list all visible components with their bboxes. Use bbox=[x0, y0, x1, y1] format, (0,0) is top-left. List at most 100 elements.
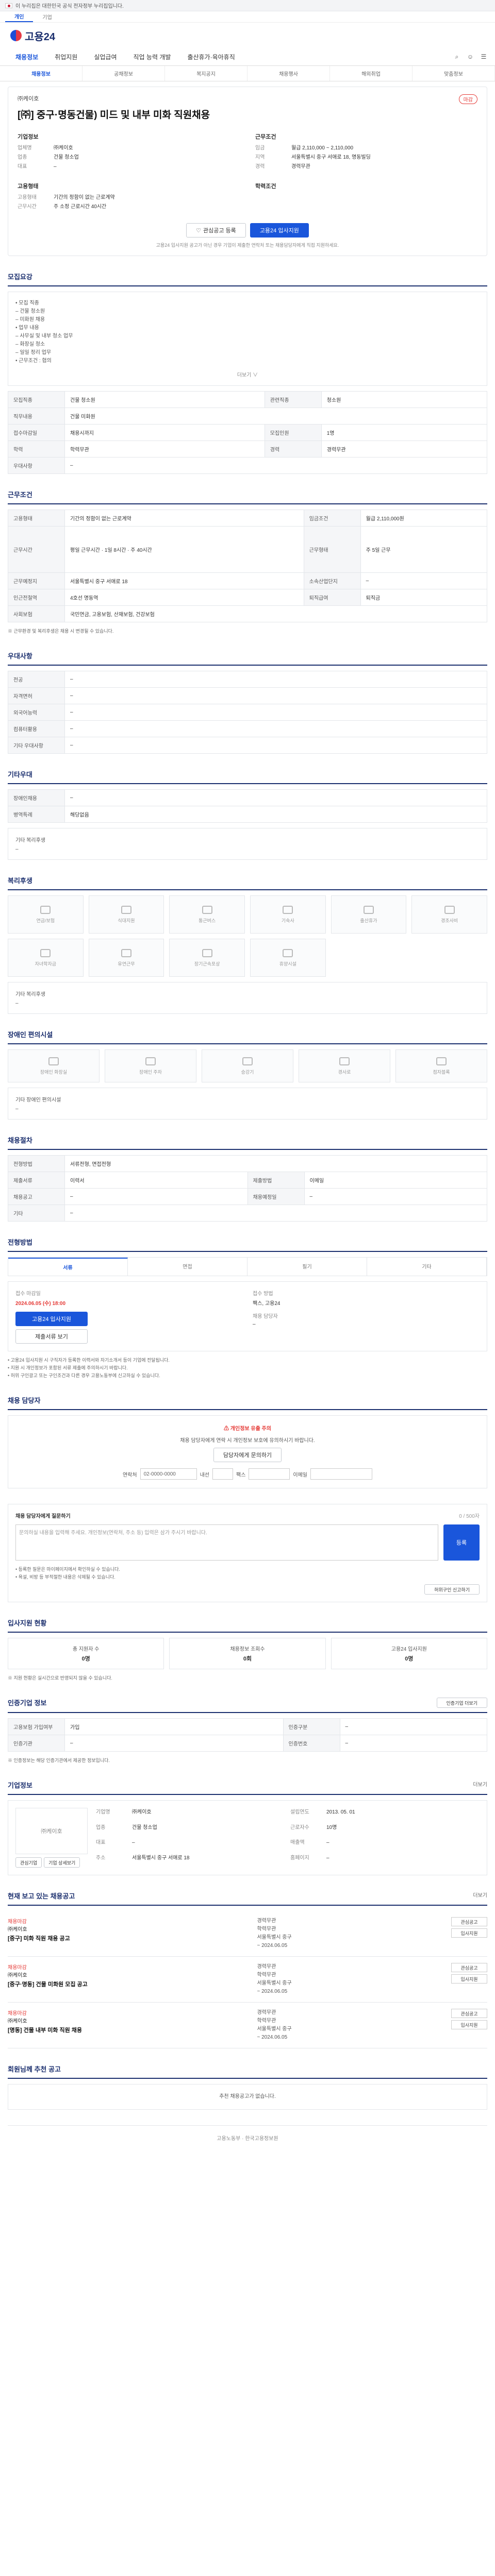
ext-label: 내선 bbox=[200, 1472, 209, 1478]
cell-key: 사회보험 bbox=[8, 605, 65, 622]
tab-interview[interactable]: 면접 bbox=[128, 1258, 248, 1276]
cell-key: 근무시간 bbox=[8, 526, 65, 573]
tile-label: 경사로 bbox=[338, 1069, 351, 1075]
scrap-button[interactable]: 관심공고 bbox=[451, 1917, 487, 1926]
job-tag: 채용마감 bbox=[8, 2011, 27, 2016]
cert-more-button[interactable]: 인증기업 더보기 bbox=[436, 1698, 487, 1708]
search-icon[interactable]: ⌕ bbox=[453, 53, 461, 61]
stats-section: 입사지원 현황 총 지원자 수 0명 채용정보 조회수 0회 고용24 입사지원 0명… bbox=[8, 1618, 487, 1682]
subnav-item[interactable]: 복지공지 bbox=[165, 66, 248, 81]
company-detail-button[interactable]: 기업 상세보기 bbox=[44, 1857, 80, 1868]
list-item[interactable]: 채용마감 ㈜케이호 [중구·명동] 건물 미화원 모집 공고 경력무관 학력무관… bbox=[8, 1957, 487, 2003]
list-item[interactable]: 채용마감 ㈜케이호 [명동] 건물 내부 미화 직원 채용 경력무관 학력무관 … bbox=[8, 2003, 487, 2048]
kv-key: 대표 bbox=[18, 164, 27, 170]
subnav-item[interactable]: 맞춤정보 bbox=[412, 66, 495, 81]
menu-icon[interactable]: ☰ bbox=[480, 53, 488, 61]
subnav-item[interactable]: 채용행사 bbox=[248, 66, 330, 81]
scrap-button[interactable]: ♡ 관심공고 등록 bbox=[186, 223, 246, 238]
cell-key: 병역특례 bbox=[8, 806, 65, 823]
similar-more-link[interactable]: 더보기 bbox=[473, 1891, 487, 1901]
nav-item-jobs[interactable]: 채용정보 bbox=[7, 53, 46, 61]
list-item: • 업무 내용 bbox=[15, 325, 39, 331]
table-row: 고용보험 가입여부 가입 인증구분 – bbox=[8, 1718, 488, 1735]
meal-icon bbox=[121, 905, 131, 914]
tile-label: 경조사비 bbox=[441, 918, 458, 923]
list-item: – 미화원 채용 bbox=[15, 317, 45, 323]
job-title-link[interactable]: [중구] 미화 직원 채용 공고 bbox=[8, 1934, 246, 1942]
job-meta: 경력무관 bbox=[257, 2010, 276, 2015]
section-title: 채용 담당자 bbox=[8, 1395, 487, 1410]
more-link[interactable]: 더보기 ∨ bbox=[15, 370, 480, 378]
dormitory-icon bbox=[283, 905, 293, 914]
section-title: 회원님께 추천 공고 bbox=[8, 2064, 487, 2079]
table-row: 직무내용 건물 미화원 bbox=[8, 408, 487, 425]
tile-label: 유연근무 bbox=[118, 961, 135, 967]
table-row: 접수마감일 채용시까지 모집인원 1명 bbox=[8, 424, 488, 441]
welfare-grid: 연금/보험 식대지원 통근버스 기숙사 출산휴가 경조사비 자녀학자금 유연근무… bbox=[8, 895, 487, 977]
nav-item-training[interactable]: 직업 능력 개발 bbox=[125, 53, 179, 61]
footer: 고용노동부 · 한국고용정보원 bbox=[8, 2125, 487, 2150]
cell-key: 고용보험 가입여부 bbox=[8, 1718, 65, 1735]
follow-company-button[interactable]: 관심기업 bbox=[15, 1857, 42, 1868]
job-tag: 채용마감 bbox=[8, 1919, 27, 1925]
process-section: 채용절차 전형방법 서류전형, 면접전형 제출서류 이력서 제출방법 이메일 채용공고 –… bbox=[8, 1135, 487, 1222]
tab-company[interactable]: 기업 bbox=[33, 12, 61, 22]
apply-button[interactable]: 입사지원 bbox=[451, 2020, 487, 2029]
welfare-tile: 장기근속포상 bbox=[169, 939, 245, 977]
list-item: – 일일 정리 업무 bbox=[15, 350, 52, 355]
apply-button[interactable]: 입사지원 bbox=[451, 1974, 487, 1984]
site-logo[interactable]: 고용24 bbox=[10, 28, 55, 43]
job-company: ㈜케이호 bbox=[8, 1927, 27, 1933]
method-label: 접수 방법 bbox=[253, 1291, 273, 1297]
question-textarea[interactable]: 문의하실 내용을 입력해 주세요. 개인정보(연락처, 주소 등) 입력은 삼가… bbox=[15, 1524, 438, 1561]
qa-notes: • 등록한 질문은 마이페이지에서 확인하실 수 있습니다. • 욕설, 비방 … bbox=[15, 1566, 480, 1581]
tab-personal[interactable]: 개인 bbox=[5, 11, 34, 22]
welfare-tile: 연금/보험 bbox=[8, 895, 84, 934]
cell-value: – bbox=[360, 572, 488, 589]
kv-key: 근로자수 bbox=[290, 1824, 309, 1831]
submit-question-button[interactable]: 등록 bbox=[443, 1524, 480, 1561]
company-info-heading: 기업정보 bbox=[18, 134, 39, 140]
recruit-overview-list: • 모집 직종 – 건물 청소원 – 미화원 채용 • 업무 내용 – 사무실 … bbox=[15, 299, 480, 365]
table-row: 고용형태 기간의 정함이 없는 근로계약 임금조건 월급 2,110,000원 bbox=[8, 510, 488, 527]
kv-key: 주소 bbox=[96, 1855, 106, 1861]
job-date: ~ 2024.06.05 bbox=[257, 2035, 288, 2040]
table-row: 학력 학력무관 경력 경력무관 bbox=[8, 440, 488, 457]
report-button[interactable]: 허위구인 신고하기 bbox=[424, 1584, 480, 1595]
scrap-button[interactable]: 관심공고 bbox=[451, 1963, 487, 1972]
tab-other[interactable]: 기타 bbox=[367, 1258, 487, 1276]
user-icon[interactable]: ☺ bbox=[466, 53, 474, 61]
scrap-button[interactable]: 관심공고 bbox=[451, 2009, 487, 2018]
table-row: 모집직종 건물 청소원 관련직종 청소원 bbox=[8, 391, 488, 408]
apply-online-button[interactable]: 고용24 입사지원 bbox=[15, 1312, 88, 1326]
list-item[interactable]: 채용마감 ㈜케이호 [중구] 미화 직원 채용 공고 경력무관 학력무관 서울특… bbox=[8, 1911, 487, 1957]
tab-written[interactable]: 필기 bbox=[248, 1258, 367, 1276]
box-value: – bbox=[15, 846, 19, 852]
contact-manager-button[interactable]: 담당자에게 문의하기 bbox=[213, 1448, 282, 1462]
korea-flag-icon bbox=[5, 3, 12, 8]
company-more-link[interactable]: 더보기 bbox=[473, 1780, 487, 1790]
nav-item-unemployment[interactable]: 실업급여 bbox=[86, 53, 125, 61]
subnav-item[interactable]: 채용정보 bbox=[0, 66, 82, 81]
nav-item-parental-leave[interactable]: 출산휴가·육아휴직 bbox=[179, 53, 243, 61]
sub-nav: 채용정보 공채정보 복지공지 채용행사 해외취업 맞춤정보 bbox=[0, 66, 495, 81]
table-row: 외국어능력 – bbox=[8, 704, 487, 721]
job-title-link[interactable]: [명동] 건물 내부 미화 직원 채용 bbox=[8, 2026, 246, 2034]
heart-icon: ♡ bbox=[196, 227, 202, 234]
nav-item-employment-support[interactable]: 취업지원 bbox=[46, 53, 86, 61]
apply-button[interactable]: 고용24 입사지원 bbox=[250, 223, 309, 238]
deadline-label: 접수 마감일 bbox=[15, 1291, 41, 1297]
tab-documents[interactable]: 서류 bbox=[8, 1258, 128, 1276]
job-title-link[interactable]: [중구·명동] 건물 미화원 모집 공고 bbox=[8, 1980, 246, 1988]
welfare-tile: 기숙사 bbox=[250, 895, 326, 934]
subnav-item[interactable]: 해외취업 bbox=[330, 66, 412, 81]
job-meta: 서울특별시 중구 bbox=[257, 2026, 292, 2032]
subnav-item[interactable]: 공채정보 bbox=[82, 66, 165, 81]
view-documents-button[interactable]: 제출서류 보기 bbox=[15, 1329, 88, 1344]
cell-key: 소속산업단지 bbox=[303, 572, 361, 589]
apply-button[interactable]: 입사지원 bbox=[451, 1928, 487, 1938]
certification-section: 인증기업 정보 인증기업 더보기 고용보험 가입여부 가입 인증구분 – 인증기관 – 인… bbox=[8, 1698, 488, 1765]
bus-icon bbox=[202, 905, 212, 914]
company-name[interactable]: ㈜케이호 bbox=[18, 94, 39, 104]
other-benefit-box: 기타 복리후생 – bbox=[8, 828, 487, 860]
